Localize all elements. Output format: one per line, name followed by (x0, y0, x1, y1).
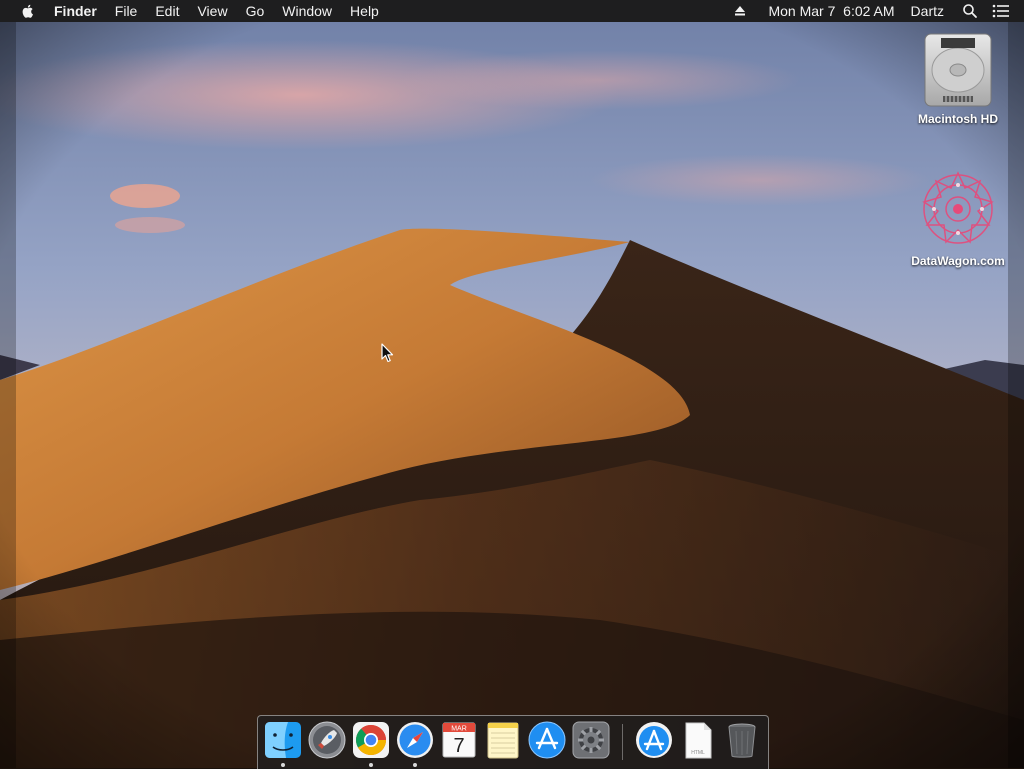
running-indicator (281, 763, 285, 767)
gear-icon (572, 721, 610, 759)
menu-go[interactable]: Go (237, 0, 274, 22)
menu-file[interactable]: File (106, 0, 147, 22)
dock-item-app-store[interactable] (528, 721, 566, 759)
html-document-icon: HTML (685, 722, 712, 759)
desktop-icon-macintosh-hd[interactable]: Macintosh HD (903, 32, 1013, 126)
chrome-icon (353, 722, 389, 758)
trash-icon (728, 723, 756, 758)
safari-compass-icon (397, 722, 433, 758)
dock-item-calendar[interactable]: MAR 7 (440, 721, 478, 759)
dock-item-trash[interactable] (723, 721, 761, 759)
dock-item-launchpad[interactable] (308, 721, 346, 759)
dock-item-chrome[interactable] (352, 721, 390, 759)
notes-icon (487, 722, 519, 759)
menu-window[interactable]: Window (273, 0, 341, 22)
dock-item-notes[interactable] (484, 721, 522, 759)
dock-item-system-preferences[interactable] (572, 721, 610, 759)
menu-bar: Finder File Edit View Go Window Help Mon… (0, 0, 1024, 22)
applications-folder-icon (636, 722, 672, 758)
hard-drive-icon (921, 32, 995, 108)
menu-edit[interactable]: Edit (146, 0, 188, 22)
desktop-icon-label: Macintosh HD (917, 112, 998, 126)
dock-item-applications[interactable] (635, 721, 673, 759)
running-indicator (413, 763, 417, 767)
calendar-month: MAR (451, 726, 467, 733)
menubar-user[interactable]: Dartz (903, 0, 952, 22)
calendar-icon: MAR 7 (442, 722, 476, 758)
dock-item-document[interactable]: HTML (679, 721, 717, 759)
eject-icon[interactable] (732, 3, 748, 19)
menu-app-finder[interactable]: Finder (54, 0, 106, 22)
mouse-pointer-icon (381, 343, 395, 363)
desktop-icon-label: DataWagon.com (911, 254, 1005, 268)
dock-separator (622, 724, 623, 760)
notification-center-icon[interactable] (992, 4, 1010, 18)
desktop-wallpaper (0, 0, 1024, 768)
menubar-clock[interactable]: Mon Mar 7 6:02 AM (760, 0, 902, 22)
document-type-badge: HTML (691, 750, 705, 756)
calendar-day: 7 (453, 735, 464, 757)
menu-help[interactable]: Help (341, 0, 388, 22)
menu-view[interactable]: View (188, 0, 236, 22)
launchpad-rocket-icon (308, 721, 346, 759)
running-indicator (369, 763, 373, 767)
dock-item-finder[interactable] (264, 721, 302, 759)
dock: MAR 7 HTML (257, 715, 769, 769)
desktop-icon-datawagon[interactable]: DataWagon.com (903, 168, 1013, 268)
app-store-icon (528, 721, 566, 759)
apple-logo-icon[interactable] (20, 3, 36, 19)
finder-icon (265, 722, 301, 758)
spotlight-search-icon[interactable] (962, 3, 978, 19)
mandala-image-icon (917, 168, 999, 250)
dock-item-safari[interactable] (396, 721, 434, 759)
